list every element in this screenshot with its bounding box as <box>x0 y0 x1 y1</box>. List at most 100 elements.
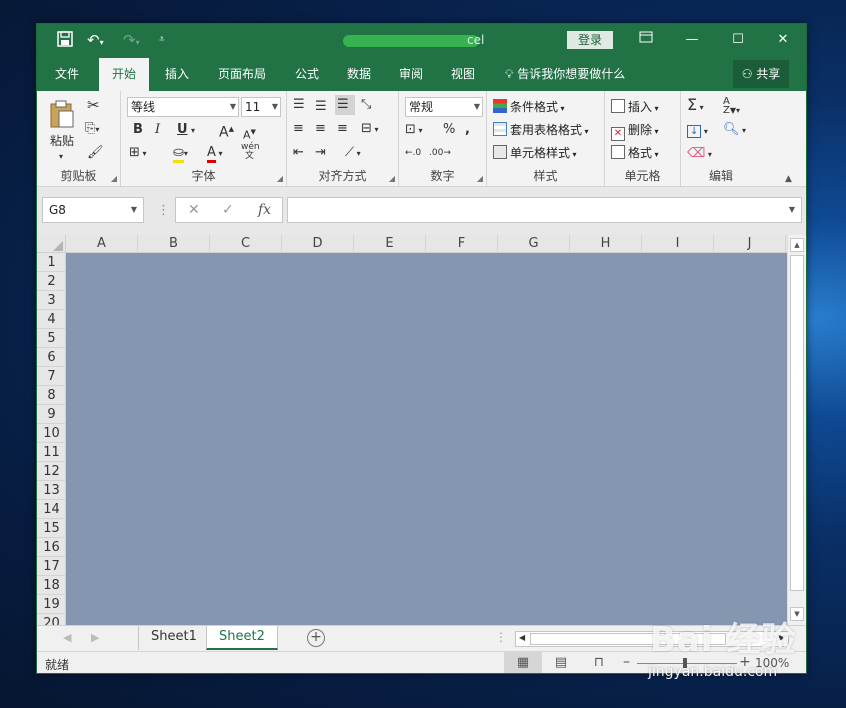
find-select-icon[interactable]: 🔍︎ ▾ <box>723 122 746 139</box>
confirm-entry-icon[interactable]: ✓ <box>222 202 234 218</box>
undo-icon[interactable]: ↶▾ <box>87 31 104 52</box>
collapse-ribbon-icon[interactable]: ▲ <box>785 171 792 187</box>
row-header[interactable]: 13 <box>37 481 65 500</box>
decrease-indent-icon[interactable]: ⇤ <box>293 145 304 161</box>
row-header[interactable]: 6 <box>37 348 65 367</box>
row-header[interactable]: 10 <box>37 424 65 443</box>
row-header[interactable]: 4 <box>37 310 65 329</box>
page-break-view-icon[interactable]: ⊓ <box>580 652 618 673</box>
decrease-decimal-icon[interactable]: .00→ <box>429 145 451 161</box>
accounting-format-icon[interactable]: ⊡ ▾ <box>405 122 422 139</box>
sheet-tab-sheet2[interactable]: Sheet2 <box>206 626 278 650</box>
bold-button[interactable]: B <box>133 122 143 138</box>
redo-icon[interactable]: ↷▾ <box>123 31 140 52</box>
column-header[interactable]: B <box>138 235 210 253</box>
scroll-left-icon[interactable]: ◀ <box>519 633 525 642</box>
sort-filter-icon[interactable]: A Z▼▾ <box>723 97 740 116</box>
vertical-scroll-thumb[interactable] <box>790 255 804 591</box>
row-header[interactable]: 1 <box>37 253 65 272</box>
maximize-icon[interactable]: ☐ <box>727 29 749 51</box>
tab-review[interactable]: 审阅 <box>389 58 433 91</box>
select-all-button[interactable] <box>37 235 66 253</box>
row-header[interactable]: 5 <box>37 329 65 348</box>
underline-dropdown-icon[interactable]: ▾ <box>191 123 195 139</box>
row-header[interactable]: 12 <box>37 462 65 481</box>
insert-cells-button[interactable]: 插入 ▾ <box>611 99 659 117</box>
tab-home[interactable]: 开始 <box>99 58 149 91</box>
zoom-out-icon[interactable]: – <box>623 654 630 670</box>
column-header[interactable]: G <box>498 235 570 253</box>
underline-button[interactable]: U <box>177 122 188 138</box>
scroll-up-icon[interactable]: ▲ <box>790 238 804 252</box>
increase-indent-icon[interactable]: ⇥ <box>315 145 326 161</box>
fill-color-icon[interactable]: ⛀▾ <box>173 145 188 163</box>
sheet-next-icon[interactable]: ▶ <box>91 631 99 644</box>
row-header[interactable]: 7 <box>37 367 65 386</box>
paste-dropdown-icon[interactable]: ▾ <box>59 149 63 165</box>
row-header[interactable]: 15 <box>37 519 65 538</box>
copy-icon[interactable]: ⎘▾ <box>85 121 99 138</box>
column-header[interactable]: D <box>282 235 354 253</box>
number-launcher-icon[interactable]: ◢ <box>477 174 483 183</box>
ribbon-display-options-icon[interactable] <box>635 29 657 51</box>
align-right-icon[interactable]: ≡ <box>337 121 348 137</box>
close-icon[interactable]: ✕ <box>772 29 794 51</box>
row-header[interactable]: 2 <box>37 272 65 291</box>
cancel-entry-icon[interactable]: ✕ <box>188 202 200 218</box>
format-cells-button[interactable]: 格式 ▾ <box>611 145 659 163</box>
tell-me-box[interactable]: 💡︎ 告诉我你想要做什么 <box>505 58 625 91</box>
column-header[interactable]: C <box>210 235 282 253</box>
delete-cells-button[interactable]: ✕ 删除 ▾ <box>611 122 659 141</box>
share-button[interactable]: ⚇ 共享 <box>733 60 789 88</box>
italic-button[interactable]: I <box>155 122 160 138</box>
wrap-text-icon[interactable]: ⊟ ▾ <box>361 121 378 138</box>
clear-icon[interactable]: ⌫ ▾ <box>687 146 712 163</box>
increase-decimal-icon[interactable]: ←.0 <box>405 145 421 161</box>
splitter-grip-icon[interactable]: ⋮ <box>495 630 507 644</box>
tab-file[interactable]: 文件 <box>43 58 91 91</box>
tab-insert[interactable]: 插入 <box>155 58 199 91</box>
format-painter-icon[interactable]: 🖌︎ <box>87 145 104 161</box>
font-name-combo[interactable]: 等线 ▼ <box>127 97 239 117</box>
column-header[interactable]: A <box>66 235 138 253</box>
cell-styles-button[interactable]: 单元格样式 ▾ <box>493 145 577 163</box>
expand-formula-icon[interactable]: ▼ <box>789 205 795 214</box>
minimize-icon[interactable]: — <box>681 29 703 51</box>
worksheet-grid[interactable] <box>66 253 787 625</box>
row-header[interactable]: 3 <box>37 291 65 310</box>
align-center-icon[interactable]: ≡ <box>315 121 326 137</box>
column-header[interactable]: J <box>714 235 786 253</box>
vertical-scrollbar[interactable]: ▲ ▼ <box>787 235 806 625</box>
alignment-launcher-icon[interactable]: ◢ <box>389 174 395 183</box>
normal-view-icon[interactable]: ▦ <box>504 652 542 673</box>
decrease-font-icon[interactable]: A▼ <box>243 124 256 144</box>
align-middle-icon[interactable]: ☰ <box>315 99 327 115</box>
row-header[interactable]: 20 <box>37 614 65 625</box>
percent-style-icon[interactable]: % <box>443 122 455 138</box>
row-header[interactable]: 9 <box>37 405 65 424</box>
sheet-prev-icon[interactable]: ◀ <box>63 631 71 644</box>
insert-function-button[interactable]: fx <box>258 202 271 218</box>
tab-page-layout[interactable]: 页面布局 <box>207 58 277 91</box>
text-direction-icon[interactable]: ⟋ ▾ <box>345 145 361 162</box>
number-format-combo[interactable]: 常规 ▼ <box>405 97 483 117</box>
comma-style-icon[interactable]: , <box>465 122 470 138</box>
formula-input[interactable]: ▼ <box>287 197 802 223</box>
tab-data[interactable]: 数据 <box>337 58 381 91</box>
tab-formulas[interactable]: 公式 <box>285 58 329 91</box>
align-top-icon[interactable]: ☰ <box>293 97 305 113</box>
customize-quick-access-icon[interactable]: ⩡ <box>159 31 165 49</box>
borders-icon[interactable]: ⊞ ▾ <box>129 145 146 162</box>
font-launcher-icon[interactable]: ◢ <box>277 174 283 183</box>
orientation-icon[interactable]: ⤡ <box>361 97 371 113</box>
column-header[interactable]: H <box>570 235 642 253</box>
format-as-table-button[interactable]: 套用表格格式 ▾ <box>493 122 589 140</box>
conditional-formatting-button[interactable]: 条件格式 ▾ <box>493 99 565 117</box>
paste-button[interactable] <box>49 99 75 134</box>
sheet-tab-sheet1[interactable]: Sheet1 <box>138 626 210 650</box>
autosum-icon[interactable]: Σ ▾ <box>687 97 704 116</box>
align-left-icon[interactable]: ≡ <box>293 121 304 137</box>
row-header[interactable]: 14 <box>37 500 65 519</box>
font-size-combo[interactable]: 11 ▼ <box>241 97 281 117</box>
align-bottom-icon[interactable]: ☰ <box>335 95 355 115</box>
